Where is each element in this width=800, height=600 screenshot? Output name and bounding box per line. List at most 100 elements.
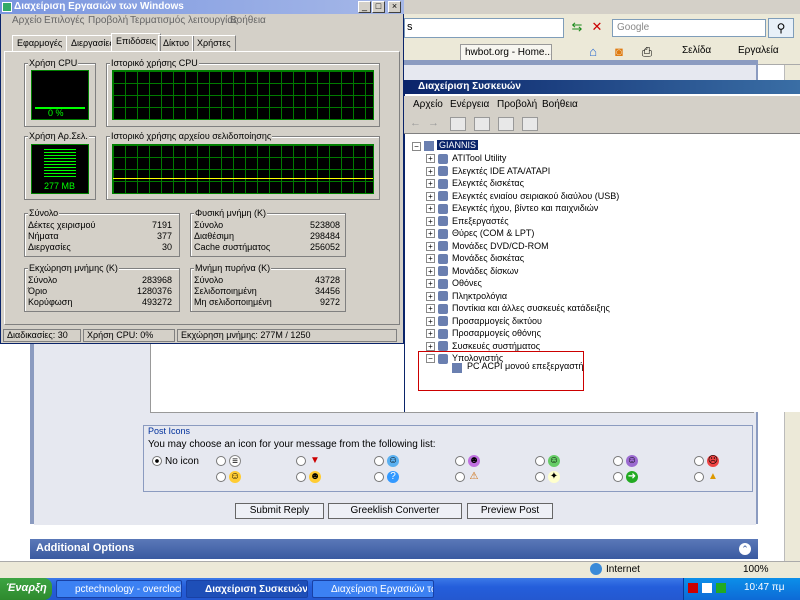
print-icon[interactable]: ⎙ xyxy=(640,45,654,59)
pagefile-meter-bar xyxy=(44,149,76,179)
tools-menu[interactable]: Εργαλεία xyxy=(738,45,779,56)
search-button[interactable]: ⚲ xyxy=(768,18,794,38)
menu-shutdown[interactable]: Τερματισμός λειτουργίας xyxy=(130,15,238,26)
start-button[interactable]: Έναρξη xyxy=(0,578,52,600)
additional-options-header[interactable]: Additional Options xyxy=(30,539,758,559)
radio-icon[interactable] xyxy=(374,472,384,482)
expand-icon[interactable]: + xyxy=(426,304,435,313)
search-placeholder: Google xyxy=(617,22,650,33)
zoom-level[interactable]: 100% xyxy=(743,564,769,575)
expand-icon[interactable]: + xyxy=(426,166,435,176)
radio-icon[interactable] xyxy=(694,456,704,466)
tree-root[interactable]: GIANNIS xyxy=(437,140,479,150)
tree-item[interactable]: Ελεγκτές δισκέτας xyxy=(438,177,524,190)
expand-icon[interactable]: + xyxy=(426,316,435,326)
tab-networking[interactable]: Δίκτυο xyxy=(158,35,194,51)
radio-icon[interactable] xyxy=(455,472,465,482)
feeds-icon[interactable]: ◙ xyxy=(612,45,626,59)
preview-post-button[interactable]: Preview Post xyxy=(467,503,553,519)
collapse-root-icon[interactable]: − xyxy=(412,142,421,151)
back-icon[interactable]: ← xyxy=(410,117,421,129)
radio-icon[interactable] xyxy=(613,456,623,466)
home-icon[interactable]: ⌂ xyxy=(586,45,600,59)
taskbar-item-device-manager[interactable]: Διαχείριση Συσκευών xyxy=(186,580,308,598)
greeklish-converter-button[interactable]: Greeklish Converter xyxy=(328,503,462,519)
expand-icon[interactable]: + xyxy=(426,341,435,351)
tree-item[interactable]: Θύρες (COM & LPT) xyxy=(438,227,534,240)
expand-icon[interactable]: + xyxy=(426,216,435,226)
cpu-usage-label: Χρήση CPU xyxy=(28,58,79,68)
tree-item[interactable]: Προσαρμογείς δικτύου xyxy=(438,315,542,328)
tree-item-label: Πληκτρολόγια xyxy=(452,290,508,301)
tree-item[interactable]: Ελεγκτές ήχου, βίντεο και παιχνιδιών xyxy=(438,202,598,215)
stop-icon[interactable]: ✕ xyxy=(590,20,604,34)
expand-icon[interactable]: + xyxy=(426,254,435,263)
radio-icon[interactable] xyxy=(216,472,226,482)
tree-item[interactable]: Οθόνες xyxy=(438,277,482,290)
menu-help[interactable]: Βοήθεια xyxy=(230,15,266,26)
tray-icon[interactable] xyxy=(702,583,712,593)
radio-icon[interactable] xyxy=(296,472,306,482)
dm-menu-view[interactable]: Προβολή xyxy=(497,99,537,110)
tray-icon[interactable] xyxy=(688,583,698,593)
expand-icon[interactable]: + xyxy=(426,154,435,163)
tree-item[interactable]: Μονάδες δίσκων xyxy=(438,265,519,278)
expand-icon[interactable]: + xyxy=(426,291,435,301)
help-icon[interactable] xyxy=(498,117,514,131)
expand-icon[interactable]: + xyxy=(426,204,435,213)
print-icon[interactable] xyxy=(474,117,490,131)
expand-icon[interactable]: + xyxy=(426,229,435,238)
taskbar-item-task-manager[interactable]: Διαχείριση Εργασιών των... xyxy=(312,580,434,598)
radio-no-icon[interactable] xyxy=(152,456,162,466)
search-input[interactable]: Google xyxy=(612,19,766,37)
expand-icon[interactable]: + xyxy=(426,279,435,288)
close-button[interactable]: × xyxy=(388,1,401,13)
address-bar[interactable]: s xyxy=(404,18,564,38)
menu-options[interactable]: Επιλογές xyxy=(44,15,84,26)
radio-icon[interactable] xyxy=(374,456,384,466)
menu-file[interactable]: Αρχείο xyxy=(12,15,42,26)
radio-icon[interactable] xyxy=(613,472,623,482)
menu-view[interactable]: Προβολή xyxy=(88,15,128,26)
minimize-button[interactable]: _ xyxy=(358,1,371,13)
kernel-paged-value: 34456 xyxy=(314,286,340,296)
dm-menu-action[interactable]: Ενέργεια xyxy=(450,99,489,110)
tree-item[interactable]: Ελεγκτές ενιαίου σειριακού διαύλου (USB) xyxy=(438,190,619,203)
forward-icon[interactable]: → xyxy=(428,117,439,129)
tree-item[interactable]: Ελεγκτές IDE ATA/ATAPI xyxy=(438,165,550,178)
go-icon[interactable]: ⇆ xyxy=(570,20,584,34)
dm-menu-file[interactable]: Αρχείο xyxy=(413,99,443,110)
page-menu[interactable]: Σελίδα xyxy=(682,45,711,56)
radio-icon[interactable] xyxy=(535,472,545,482)
tree-item[interactable]: Πληκτρολόγια xyxy=(438,290,507,303)
radio-icon[interactable] xyxy=(535,456,545,466)
tab-performance[interactable]: Επιδόσεις xyxy=(111,33,162,52)
tab-applications[interactable]: Εφαρμογές xyxy=(12,35,68,51)
console-tree-icon[interactable] xyxy=(450,117,466,131)
tree-item[interactable]: Μονάδες δισκέτας xyxy=(438,252,524,265)
properties-icon[interactable] xyxy=(522,117,538,131)
radio-icon[interactable] xyxy=(694,472,704,482)
tree-item[interactable]: Ποντίκια και άλλες συσκευές κατάδειξης xyxy=(438,302,610,315)
expand-icon[interactable]: + xyxy=(426,241,435,251)
tab-users[interactable]: Χρήστες xyxy=(192,35,236,51)
tree-item[interactable]: Επεξεργαστές xyxy=(438,215,509,228)
tree-item[interactable]: ATITool Utility xyxy=(438,152,506,165)
pagefile-usage-label: Χρήση Αρ.Σελ. xyxy=(28,131,89,141)
radio-icon[interactable] xyxy=(296,456,306,466)
radio-icon[interactable] xyxy=(455,456,465,466)
tree-item[interactable]: Μονάδες DVD/CD-ROM xyxy=(438,240,549,253)
tray-icon[interactable] xyxy=(716,583,726,593)
expand-icon[interactable]: + xyxy=(426,179,435,188)
collapse-icon[interactable]: ⌃ xyxy=(739,543,751,555)
dm-menu-help[interactable]: Βοήθεια xyxy=(542,99,578,110)
submit-reply-button[interactable]: Submit Reply xyxy=(235,503,324,519)
maximize-button[interactable]: □ xyxy=(372,1,385,13)
tree-item[interactable]: Προσαρμογείς οθόνης xyxy=(438,327,541,340)
taskbar-item-browser[interactable]: pctechnology - overclock... xyxy=(56,580,182,598)
expand-icon[interactable]: + xyxy=(426,191,435,201)
clock[interactable]: 10:47 πμ xyxy=(744,582,784,593)
radio-icon[interactable] xyxy=(216,456,226,466)
expand-icon[interactable]: + xyxy=(426,266,435,276)
expand-icon[interactable]: + xyxy=(426,329,435,338)
